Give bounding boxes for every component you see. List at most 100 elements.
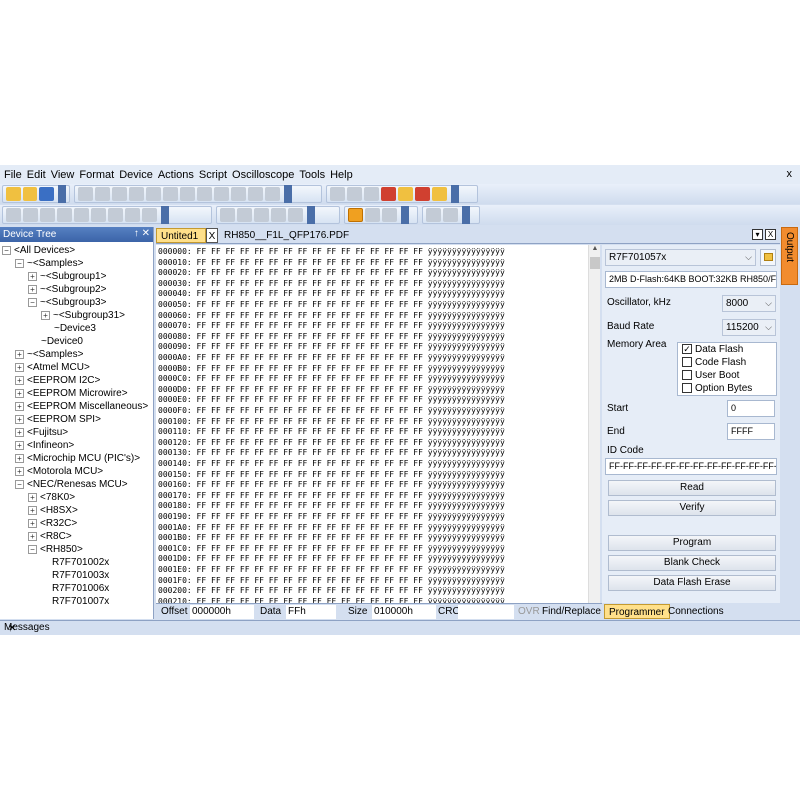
expand-icon[interactable]: + [15,362,24,372]
bookmark-icon[interactable] [125,208,140,222]
tree-node-device0[interactable]: ~Device0 [41,335,83,348]
hex-bytes[interactable]: FF FF FF FF FF FF FF FF FF FF FF FF FF F… [197,268,423,277]
tab-untitled[interactable]: Untited1 [156,228,206,243]
tree-node-microchip[interactable]: + <Microchip MCU (PIC's)> [15,452,140,465]
tree-node-all-devices[interactable]: − <All Devices> [2,244,75,257]
expand-icon[interactable]: + [15,466,24,476]
hex-ascii[interactable]: ÿÿÿÿÿÿÿÿÿÿÿÿÿÿÿÿ [428,364,505,373]
hex-ascii[interactable]: ÿÿÿÿÿÿÿÿÿÿÿÿÿÿÿÿ [428,470,505,479]
toolbar-options-icon[interactable] [161,206,169,224]
hex-row[interactable]: 000170: FF FF FF FF FF FF FF FF FF FF FF… [158,491,505,501]
hex-row[interactable]: 000060: FF FF FF FF FF FF FF FF FF FF FF… [158,311,505,321]
menu-device[interactable]: Device [119,169,153,181]
hex-bytes[interactable]: FF FF FF FF FF FF FF FF FF FF FF FF FF F… [197,406,423,415]
hex-ascii[interactable]: ÿÿÿÿÿÿÿÿÿÿÿÿÿÿÿÿ [428,480,505,489]
ruler-icon[interactable] [382,208,397,222]
hex-row[interactable]: 0001F0: FF FF FF FF FF FF FF FF FF FF FF… [158,576,505,586]
erase-icon[interactable] [381,187,396,201]
expand-icon[interactable]: + [15,427,24,437]
hex-ascii[interactable]: ÿÿÿÿÿÿÿÿÿÿÿÿÿÿÿÿ [428,417,505,426]
hex-row[interactable]: 0000E0: FF FF FF FF FF FF FF FF FF FF FF… [158,395,505,405]
hex-row[interactable]: 0001C0: FF FF FF FF FF FF FF FF FF FF FF… [158,544,505,554]
hex-bytes[interactable]: FF FF FF FF FF FF FF FF FF FF FF FF FF F… [197,417,423,426]
expand-icon[interactable]: + [15,388,24,398]
hex-bytes[interactable]: FF FF FF FF FF FF FF FF FF FF FF FF FF F… [197,512,423,521]
baud-rate-select[interactable]: 115200 ⌵ [722,319,776,336]
expand-icon[interactable]: + [15,349,24,359]
hex-bytes[interactable]: FF FF FF FF FF FF FF FF FF FF FF FF FF F… [197,427,423,436]
view-split-icon[interactable] [254,208,269,222]
expand-icon[interactable]: + [28,271,37,281]
hex-bytes[interactable]: FF FF FF FF FF FF FF FF FF FF FF FF FF F… [197,438,423,447]
close-icon[interactable]: ✕ [142,228,150,239]
tree-node-nec-renesas[interactable]: − <NEC/Renesas MCU> [15,478,128,491]
last-icon[interactable] [74,208,89,222]
hex-ascii[interactable]: ÿÿÿÿÿÿÿÿÿÿÿÿÿÿÿÿ [428,258,505,267]
tree-node-atmel-mcu[interactable]: + <Atmel MCU> [15,361,90,374]
start-input[interactable]: 0 [727,400,775,417]
menu-view[interactable]: View [51,169,75,181]
tree-node-eeprom-microwire[interactable]: + <EEPROM Microwire> [15,387,128,400]
hex-ascii[interactable]: ÿÿÿÿÿÿÿÿÿÿÿÿÿÿÿÿ [428,554,505,563]
menu-tools[interactable]: Tools [299,169,325,181]
toolbar-options-icon[interactable] [401,206,409,224]
hex-row[interactable]: 0001B0: FF FF FF FF FF FF FF FF FF FF FF… [158,533,505,543]
hex-row[interactable]: 0001A0: FF FF FF FF FF FF FF FF FF FF FF… [158,523,505,533]
expand-icon[interactable]: + [15,440,24,450]
hex-ascii[interactable]: ÿÿÿÿÿÿÿÿÿÿÿÿÿÿÿÿ [428,586,505,595]
hex-ascii[interactable]: ÿÿÿÿÿÿÿÿÿÿÿÿÿÿÿÿ [428,332,505,341]
script-icon[interactable] [398,187,413,201]
toolbar-options-icon[interactable] [462,206,470,224]
hex-ascii[interactable]: ÿÿÿÿÿÿÿÿÿÿÿÿÿÿÿÿ [428,448,505,457]
hex-row[interactable]: 000070: FF FF FF FF FF FF FF FF FF FF FF… [158,321,505,331]
hex-row[interactable]: 000110: FF FF FF FF FF FF FF FF FF FF FF… [158,427,505,437]
tree-node-subgroup3[interactable]: − ~<Subgroup3> [28,296,106,309]
hex-bytes[interactable]: FF FF FF FF FF FF FF FF FF FF FF FF FF F… [197,289,423,298]
hex-bytes[interactable]: FF FF FF FF FF FF FF FF FF FF FF FF FF F… [197,300,423,309]
tab-programmer[interactable]: Programmer [604,604,670,619]
checksum-icon[interactable] [248,187,263,201]
hex-bytes[interactable]: FF FF FF FF FF FF FF FF FF FF FF FF FF F… [197,544,423,553]
checkbox-box[interactable] [682,357,692,368]
expand-icon[interactable]: + [28,531,37,541]
hex-row[interactable]: 000190: FF FF FF FF FF FF FF FF FF FF FF… [158,512,505,522]
hex-scrollbar[interactable]: ▲ [588,245,600,603]
find-icon[interactable] [180,187,195,201]
collapse-icon[interactable]: − [28,297,37,307]
expand-icon[interactable]: + [28,284,37,294]
hex-ascii[interactable]: ÿÿÿÿÿÿÿÿÿÿÿÿÿÿÿÿ [428,565,505,574]
zoom-icon[interactable] [365,208,380,222]
tab-connections[interactable]: Connections [664,604,728,619]
tree-node-samples[interactable]: − ~<Samples> [15,257,83,270]
pin-icon[interactable]: ↑ [134,228,139,239]
hex-row[interactable]: 000200: FF FF FF FF FF FF FF FF FF FF FF… [158,586,505,596]
menu-file[interactable]: File [4,169,22,181]
tree-node-device3[interactable]: ~Device3 [54,322,96,335]
close-icon[interactable]: ✕ [8,623,16,634]
window-close-icon[interactable]: x [787,168,793,180]
copy-icon[interactable] [129,187,144,201]
tree-node-eeprom-spi[interactable]: + <EEPROM SPI> [15,413,101,426]
menu-actions[interactable]: Actions [158,169,194,181]
expand-icon[interactable]: + [15,414,24,424]
hex-row[interactable]: 0000D0: FF FF FF FF FF FF FF FF FF FF FF… [158,385,505,395]
hex-ascii[interactable]: ÿÿÿÿÿÿÿÿÿÿÿÿÿÿÿÿ [428,544,505,553]
compare-icon[interactable] [265,187,280,201]
back-icon[interactable] [23,208,38,222]
view-grid-icon[interactable] [288,208,303,222]
hex-row[interactable]: 0000C0: FF FF FF FF FF FF FF FF FF FF FF… [158,374,505,384]
tree-node-r8c[interactable]: + <R8C> [28,530,72,543]
hex-row[interactable]: 000160: FF FF FF FF FF FF FF FF FF FF FF… [158,480,505,490]
toolbar-options-icon[interactable] [307,206,315,224]
hex-row[interactable]: 000120: FF FF FF FF FF FF FF FF FF FF FF… [158,438,505,448]
hex-ascii[interactable]: ÿÿÿÿÿÿÿÿÿÿÿÿÿÿÿÿ [428,321,505,330]
hex-bytes[interactable]: FF FF FF FF FF FF FF FF FF FF FF FF FF F… [197,374,423,383]
hex-bytes[interactable]: FF FF FF FF FF FF FF FF FF FF FF FF FF F… [197,586,423,595]
hex-bytes[interactable]: FF FF FF FF FF FF FF FF FF FF FF FF FF F… [197,311,423,320]
hex-row[interactable]: 000100: FF FF FF FF FF FF FF FF FF FF FF… [158,417,505,427]
hex-row[interactable]: 0001E0: FF FF FF FF FF FF FF FF FF FF FF… [158,565,505,575]
hex-bytes[interactable]: FF FF FF FF FF FF FF FF FF FF FF FF FF F… [197,554,423,563]
hex-ascii[interactable]: ÿÿÿÿÿÿÿÿÿÿÿÿÿÿÿÿ [428,427,505,436]
menu-edit[interactable]: Edit [27,169,46,181]
data-flash-erase-button[interactable]: Data Flash Erase [608,575,776,591]
